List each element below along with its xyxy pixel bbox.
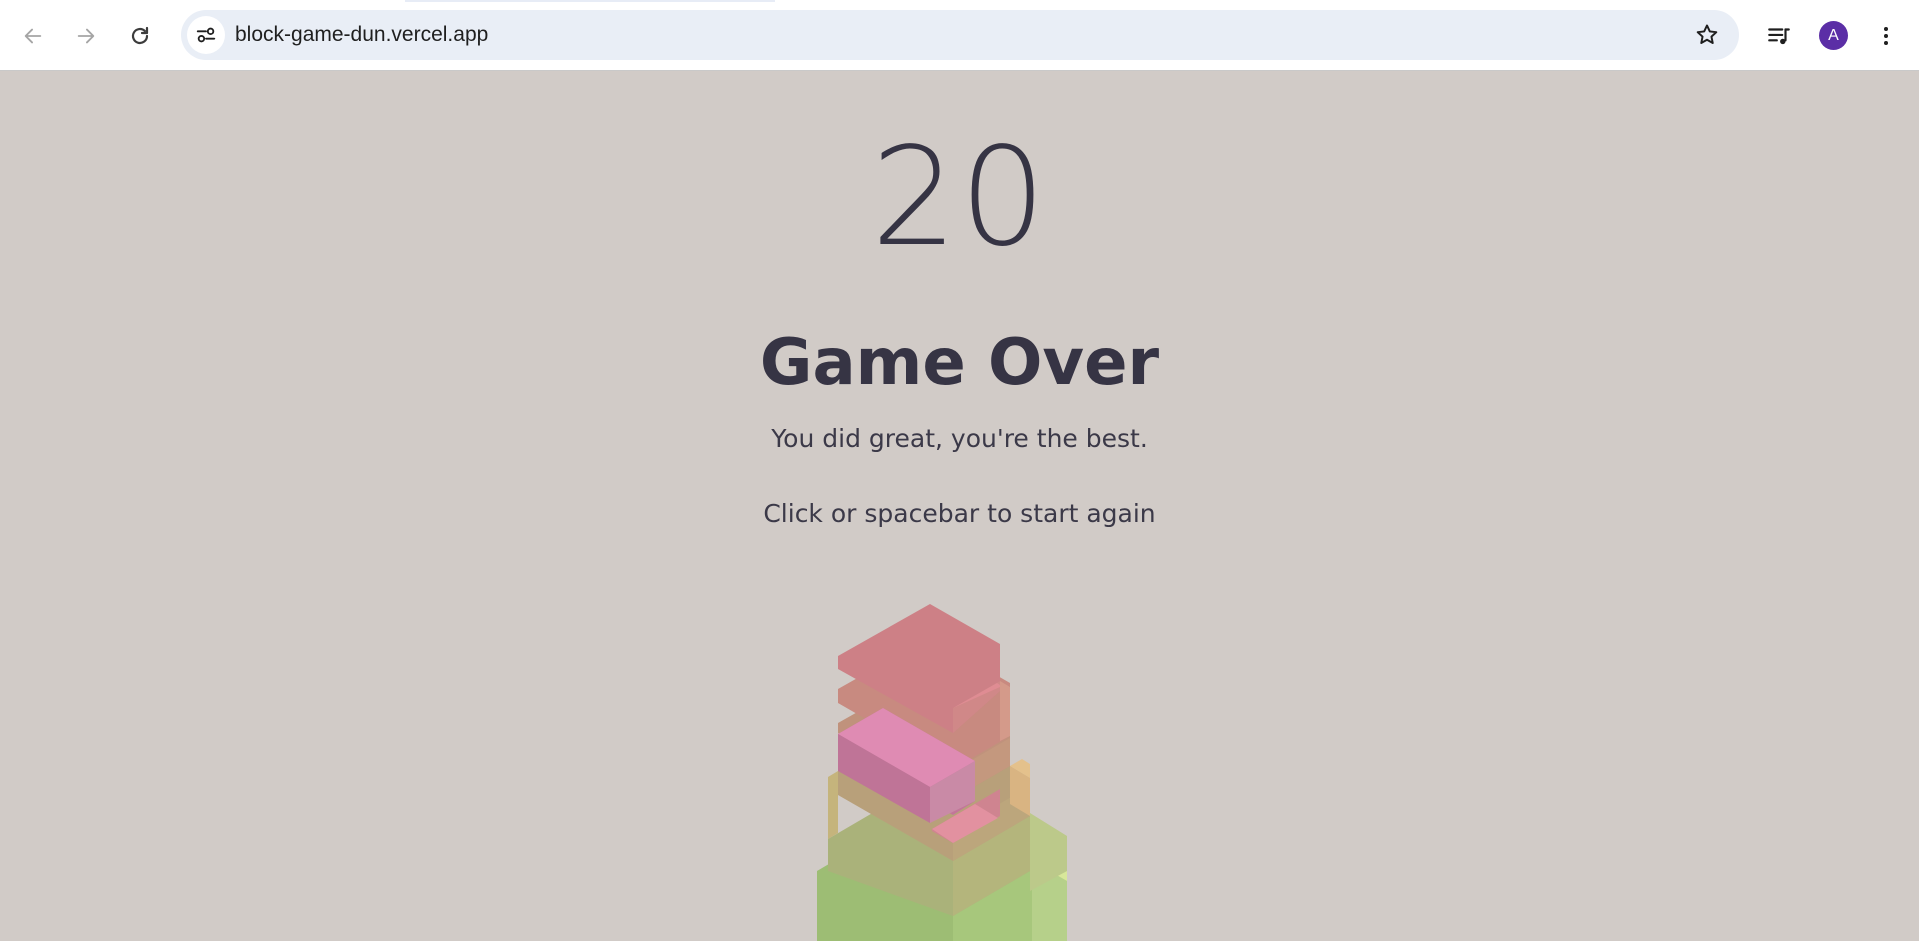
- browser-toolbar: block-game-dun.vercel.app A: [0, 0, 1919, 71]
- reload-button[interactable]: [118, 14, 162, 58]
- tab-strip-accent: [405, 0, 775, 2]
- site-info-button[interactable]: [187, 16, 225, 54]
- arrow-left-icon: [24, 28, 42, 44]
- kebab-menu-icon: [1884, 27, 1888, 45]
- url-text[interactable]: block-game-dun.vercel.app: [235, 10, 488, 60]
- media-controls-button[interactable]: [1757, 14, 1801, 58]
- bookmark-button[interactable]: [1691, 19, 1723, 51]
- tune-icon: [196, 27, 216, 43]
- reload-icon: [131, 26, 149, 45]
- block-tower: [817, 604, 1067, 941]
- star-icon: [1696, 24, 1718, 44]
- address-bar[interactable]: block-game-dun.vercel.app: [181, 10, 1739, 60]
- browser-menu-button[interactable]: [1864, 14, 1908, 58]
- arrow-right-icon: [77, 28, 95, 44]
- profile-avatar[interactable]: A: [1819, 21, 1848, 50]
- forward-button[interactable]: [64, 14, 108, 58]
- game-canvas[interactable]: 20 Game Over You did great, you're the b…: [0, 71, 1919, 941]
- back-button[interactable]: [11, 14, 55, 58]
- media-queue-icon: [1768, 28, 1790, 45]
- tower-block: [828, 771, 838, 839]
